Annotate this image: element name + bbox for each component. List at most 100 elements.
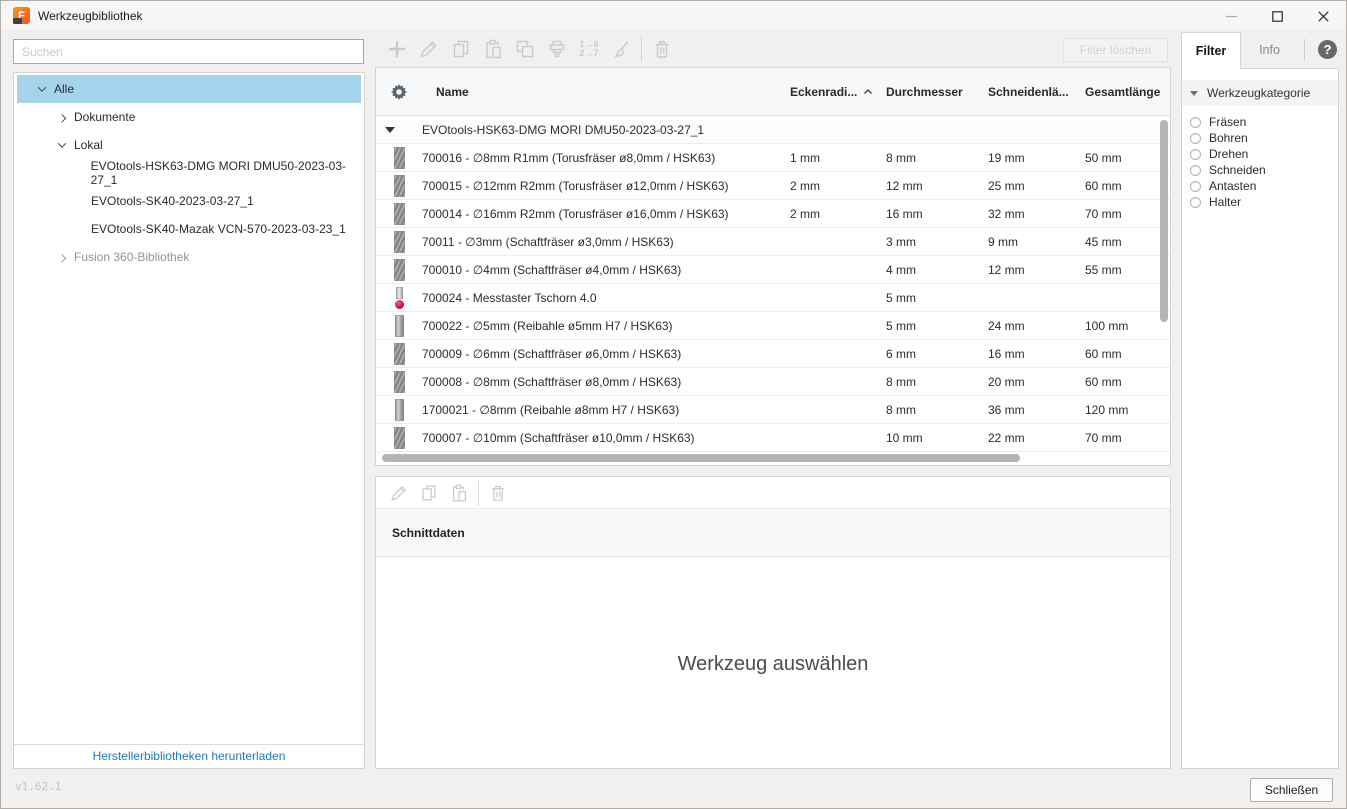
- copy-cutting-data-button[interactable]: [414, 481, 444, 505]
- paste-cutting-data-button[interactable]: [444, 481, 474, 505]
- cell-gesamtlaenge: 50 mm: [1085, 150, 1122, 165]
- category-radio-item[interactable]: Fräsen: [1182, 114, 1338, 130]
- cell-eckenradius: 2 mm: [790, 178, 820, 193]
- paste-tool-button[interactable]: [477, 36, 509, 62]
- edit-cutting-data-button[interactable]: [384, 481, 414, 505]
- copy-tool-button[interactable]: [445, 36, 477, 62]
- maximize-button[interactable]: [1254, 1, 1300, 31]
- close-icon[interactable]: [1300, 1, 1346, 31]
- column-header-eckenradius-label: Eckenradi...: [790, 84, 858, 99]
- pencil-icon: [420, 41, 437, 58]
- delete-cutting-data-button[interactable]: [483, 481, 513, 505]
- tree-item-label: EVOtools-HSK63-DMG MORI DMU50-2023-03-27…: [90, 159, 347, 187]
- category-radio-item[interactable]: Halter: [1182, 194, 1338, 210]
- new-tool-button[interactable]: [381, 36, 413, 62]
- renumber-tools-button[interactable]: 1→6 2→7: [573, 40, 605, 58]
- tree-item[interactable]: EVOtools-SK40-2023-03-27_1: [17, 187, 361, 215]
- table-row[interactable]: 700024 - Messtaster Tschorn 4.0 5 mm: [376, 284, 1170, 312]
- category-label: Drehen: [1209, 147, 1249, 161]
- tool-icon: [393, 146, 405, 169]
- cell-gesamtlaenge: 55 mm: [1085, 262, 1122, 277]
- table-row[interactable]: 700015 - ∅12mm R2mm (Torusfräser ø12,0mm…: [376, 172, 1170, 200]
- cell-gesamtlaenge: 60 mm: [1085, 346, 1122, 361]
- table-row[interactable]: 700014 - ∅16mm R2mm (Torusfräser ø16,0mm…: [376, 200, 1170, 228]
- clear-filter-button[interactable]: Filter löschen: [1063, 38, 1168, 62]
- vertical-scrollbar[interactable]: [1160, 118, 1168, 449]
- table-row[interactable]: 700007 - ∅10mm (Schaftfräser ø10,0mm / H…: [376, 424, 1170, 452]
- table-header: Name Eckenradi... Durchmesser Schneidenl…: [376, 68, 1170, 116]
- category-radio-item[interactable]: Drehen: [1182, 146, 1338, 162]
- version-label: v1.62.1: [15, 780, 62, 793]
- table-body: 700016 - ∅8mm R1mm (Torusfräser ø8,0mm /…: [376, 144, 1170, 452]
- duplicate-icon: [516, 40, 534, 58]
- copy-icon: [422, 485, 436, 500]
- download-manufacturer-libraries-link[interactable]: Herstellerbibliotheken herunterladen: [14, 744, 364, 768]
- table-row[interactable]: 700009 - ∅6mm (Schaftfräser ø6,0mm / HSK…: [376, 340, 1170, 368]
- table-row[interactable]: 700016 - ∅8mm R1mm (Torusfräser ø8,0mm /…: [376, 144, 1170, 172]
- category-radio-item[interactable]: Bohren: [1182, 130, 1338, 146]
- tab-separator: [1304, 39, 1305, 60]
- horizontal-scrollbar-thumb[interactable]: [382, 454, 1020, 462]
- plus-icon: [389, 41, 405, 57]
- duplicate-tool-button[interactable]: [509, 36, 541, 62]
- vertical-scrollbar-thumb[interactable]: [1160, 120, 1168, 322]
- cell-name: 700024 - Messtaster Tschorn 4.0: [422, 290, 597, 305]
- column-settings-button[interactable]: [376, 83, 422, 100]
- gear-icon: [391, 83, 407, 100]
- cell-name: 700014 - ∅16mm R2mm (Torusfräser ø16,0mm…: [422, 206, 729, 221]
- help-icon[interactable]: ?: [1318, 40, 1337, 59]
- tree-item[interactable]: Fusion 360-Bibliothek: [17, 243, 361, 271]
- title-bar[interactable]: F Werkzeugbibliothek: [1, 1, 1346, 31]
- cell-schneidenlaenge: 12 mm: [988, 262, 1025, 277]
- horizontal-scrollbar[interactable]: [380, 454, 1156, 462]
- column-header-eckenradius[interactable]: Eckenradi...: [790, 85, 886, 99]
- renumber-line2: 2→7: [579, 48, 599, 58]
- tab-info[interactable]: Info: [1242, 32, 1297, 68]
- cell-name: 700007 - ∅10mm (Schaftfräser ø10,0mm / H…: [422, 430, 695, 445]
- table-row[interactable]: 700008 - ∅8mm (Schaftfräser ø8,0mm / HSK…: [376, 368, 1170, 396]
- search-input[interactable]: [13, 39, 364, 64]
- sort-ascending-icon: [864, 89, 873, 94]
- tree-item[interactable]: Lokal: [17, 131, 361, 159]
- table-row[interactable]: 700010 - ∅4mm (Schaftfräser ø4,0mm / HSK…: [376, 256, 1170, 284]
- column-header-schneidenlaenge[interactable]: Schneidenlä...: [988, 85, 1085, 99]
- column-header-durchmesser[interactable]: Durchmesser: [886, 85, 988, 99]
- close-button[interactable]: Schließen: [1250, 778, 1333, 802]
- category-radio-item[interactable]: Antasten: [1182, 178, 1338, 194]
- tool-category-options: Fräsen Bohren Drehen Schneiden Antasten …: [1182, 114, 1338, 210]
- tree-item-label: Dokumente: [74, 110, 136, 124]
- new-holder-button[interactable]: [541, 36, 573, 62]
- broom-icon: [614, 41, 629, 58]
- cell-durchmesser: 8 mm: [886, 150, 916, 165]
- tool-icon: [393, 258, 405, 281]
- empty-selection-message: Werkzeug auswählen: [677, 653, 869, 675]
- cell-durchmesser: 16 mm: [886, 206, 923, 221]
- chevron-icon: [37, 85, 46, 94]
- cell-gesamtlaenge: 70 mm: [1085, 430, 1122, 445]
- cell-name: 700015 - ∅12mm R2mm (Torusfräser ø12,0mm…: [422, 178, 729, 193]
- table-row[interactable]: 1700021 - ∅8mm (Reibahle ø8mm H7 / HSK63…: [376, 396, 1170, 424]
- cell-name: 700022 - ∅5mm (Reibahle ø5mm H7 / HSK63): [422, 318, 673, 333]
- tree-item[interactable]: Dokumente: [17, 103, 361, 131]
- tree-item[interactable]: EVOtools-HSK63-DMG MORI DMU50-2023-03-27…: [17, 159, 361, 187]
- collapse-triangle-icon: [1190, 90, 1198, 96]
- tab-filter[interactable]: Filter: [1181, 32, 1241, 69]
- table-row[interactable]: 70011 - ∅3mm (Schaftfräser ø3,0mm / HSK6…: [376, 228, 1170, 256]
- cleanup-button[interactable]: [605, 36, 637, 62]
- radio-icon: [1190, 180, 1201, 192]
- edit-tool-button[interactable]: [413, 36, 445, 62]
- tool-category-section-header[interactable]: Werkzeugkategorie: [1182, 80, 1338, 106]
- category-radio-item[interactable]: Schneiden: [1182, 162, 1338, 178]
- tool-group-row[interactable]: EVOtools-HSK63-DMG MORI DMU50-2023-03-27…: [376, 116, 1170, 144]
- tree-item[interactable]: EVOtools-SK40-Mazak VCN-570-2023-03-23_1: [17, 215, 361, 243]
- tool-details-panel: Schnittdaten Werkzeug auswählen: [375, 476, 1171, 769]
- column-header-gesamtlaenge[interactable]: Gesamtlänge: [1085, 85, 1170, 99]
- cutting-data-section-header[interactable]: Schnittdaten: [376, 509, 1170, 557]
- delete-tool-button[interactable]: [646, 36, 678, 62]
- minimize-button[interactable]: [1208, 1, 1254, 31]
- tree-item[interactable]: Alle: [17, 75, 361, 103]
- table-row[interactable]: 700022 - ∅5mm (Reibahle ø5mm H7 / HSK63)…: [376, 312, 1170, 340]
- cell-durchmesser: 8 mm: [886, 374, 916, 389]
- chevron-icon: [57, 253, 66, 262]
- column-header-name[interactable]: Name: [422, 85, 790, 99]
